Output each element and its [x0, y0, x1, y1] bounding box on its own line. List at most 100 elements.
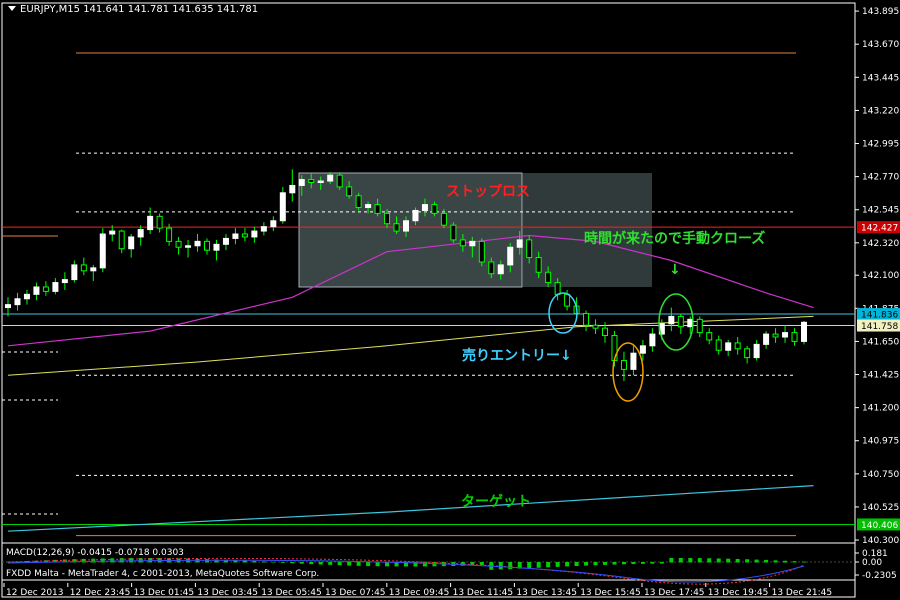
candle-body — [497, 264, 504, 275]
macd-histogram-bar — [261, 561, 266, 563]
candle-body — [346, 186, 353, 197]
macd-histogram-bar — [422, 562, 427, 567]
price-badge-label: 141.758 — [861, 322, 898, 332]
candle-body — [734, 342, 741, 350]
candle-body — [772, 333, 779, 338]
time-tick-label: 13 Dec 15:45 — [580, 588, 641, 598]
time-tick-label: 13 Dec 03:45 — [197, 588, 258, 598]
macd-histogram-bar — [318, 562, 323, 565]
manual-close-annotation: 時間が来たので手動クローズ — [584, 231, 766, 247]
candle-body — [545, 271, 552, 284]
candle-body — [630, 352, 637, 370]
candle-body — [687, 318, 694, 328]
price-tick-label: 143.895 — [862, 7, 899, 17]
macd-histogram-bar — [726, 558, 731, 563]
macd-histogram-bar — [242, 560, 247, 563]
candle-body — [289, 184, 296, 194]
candle-body — [355, 195, 362, 209]
time-tick-label: 13 Dec 01:45 — [134, 588, 195, 598]
candle-body — [374, 204, 381, 214]
macd-histogram-bar — [309, 562, 314, 565]
price-tick-label: 142.100 — [862, 271, 899, 281]
macd-histogram-bar — [669, 558, 674, 563]
candle-body — [185, 245, 192, 248]
macd-histogram-bar — [802, 561, 806, 563]
macd-histogram-bar — [574, 562, 579, 567]
time-tick-label: 13 Dec 13:45 — [516, 588, 577, 598]
candle-body — [61, 279, 68, 284]
macd-histogram-bar — [754, 559, 759, 563]
stop-loss-annotation: ストップロス — [446, 184, 530, 200]
macd-histogram-bar — [100, 558, 105, 563]
macd-histogram-bar — [347, 562, 352, 566]
candle-body — [554, 282, 561, 295]
candle-body — [99, 233, 106, 269]
candle-body — [592, 324, 599, 329]
candle-body — [232, 233, 239, 239]
macd-histogram-bar — [290, 562, 295, 564]
candle-body — [753, 343, 760, 359]
time-tick-label: 13 Dec 21:45 — [772, 588, 833, 598]
macd-indicator-label: MACD(12,26,9) -0.0415 -0.0718 0.0303 — [6, 548, 184, 558]
price-tick-label: 143.445 — [862, 73, 899, 83]
candle-body — [128, 236, 135, 250]
candle-body — [516, 239, 523, 248]
candle-body — [450, 224, 457, 241]
macd-histogram-bar — [337, 562, 342, 566]
price-tick-label: 140.975 — [862, 437, 899, 447]
candle-body — [327, 174, 334, 182]
candle-body — [393, 223, 400, 232]
macd-histogram-bar — [536, 562, 541, 568]
candle-body — [478, 240, 485, 263]
macd-histogram-bar — [735, 558, 740, 563]
price-tick-label: 141.200 — [862, 404, 899, 414]
candle-body — [782, 332, 789, 338]
price-tick-label: 142.995 — [862, 140, 899, 150]
candle-body — [241, 233, 248, 238]
macd-histogram-bar — [792, 561, 797, 563]
low-circle — [612, 342, 644, 402]
macd-tick-label: 0.00 — [862, 558, 882, 568]
macd-histogram-bar — [764, 559, 769, 563]
time-tick-label: 13 Dec 09:45 — [389, 588, 450, 598]
macd-histogram-bar — [745, 559, 750, 563]
candle-body — [602, 327, 608, 337]
price-tick-label: 142.770 — [862, 173, 899, 183]
macd-histogram-bar — [621, 562, 626, 565]
entry-circle — [548, 292, 578, 334]
macd-histogram-bar — [280, 562, 285, 563]
macd-histogram-bar — [783, 560, 788, 563]
time-tick-label: 12 Dec 23:45 — [70, 588, 131, 598]
candle-body — [791, 332, 798, 342]
macd-histogram-bar — [688, 558, 693, 563]
macd-histogram-bar — [659, 562, 664, 564]
candle-body — [23, 293, 30, 300]
candle-body — [431, 204, 438, 214]
candle-body — [677, 315, 684, 328]
price-tick-label: 141.650 — [862, 337, 899, 347]
candle-body — [147, 215, 154, 231]
candle-body — [706, 332, 713, 341]
price-tick-label: 140.300 — [862, 536, 899, 546]
candle-body — [384, 212, 391, 225]
candle-body — [298, 179, 305, 186]
price-tick-label: 142.545 — [862, 206, 899, 216]
candle-body — [42, 286, 49, 292]
macd-histogram-bar — [555, 562, 560, 567]
price-chart[interactable]: 143.895 143.670 143.445 143.220 142.995 142.7… — [0, 0, 900, 600]
macd-histogram-bar — [252, 560, 257, 563]
macd-histogram-bar — [650, 562, 655, 564]
macd-histogram-bar — [328, 562, 333, 565]
candle-body — [469, 240, 476, 247]
candle-body — [801, 321, 807, 342]
candle-body — [118, 230, 125, 250]
macd-histogram-bar — [716, 558, 721, 563]
candle-body — [80, 264, 87, 272]
price-tick-label: 140.750 — [862, 470, 899, 480]
candle-body — [459, 239, 466, 247]
macd-histogram-bar — [91, 558, 96, 563]
candle-body — [526, 239, 533, 259]
price-tick-label: 140.525 — [862, 503, 899, 513]
candle-body — [33, 286, 40, 295]
macd-tick-label: -0.2305 — [862, 571, 897, 581]
